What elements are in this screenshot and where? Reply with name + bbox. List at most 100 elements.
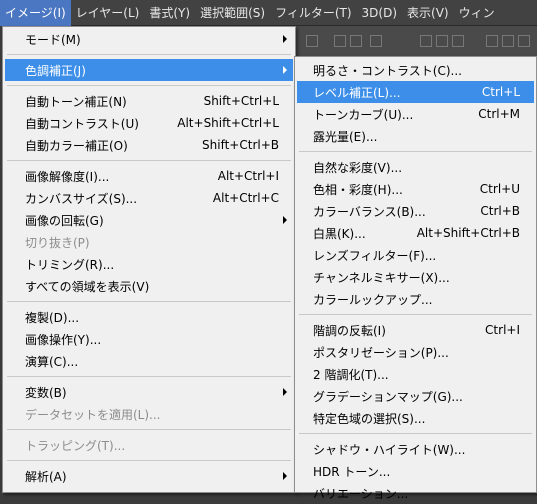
adjustments-menu-item[interactable]: チャンネルミキサー(X)... [297, 266, 534, 288]
menu-item-label: 自然な彩度(V)... [313, 160, 403, 175]
menu-item-label: データセットを適用(L)... [25, 407, 161, 422]
menu-item-label: レンズフィルター(F)... [313, 248, 437, 263]
options-toolbar [290, 26, 537, 57]
image-menu-item[interactable]: 演算(C)... [5, 350, 293, 372]
submenu-arrow-icon [283, 35, 287, 43]
align-center-icon[interactable] [334, 35, 346, 47]
image-menu-dropdown: モード(M) 色調補正(J) 自動トーン補正(N) Shift+Ctrl+L 自動コント… [2, 26, 296, 493]
adjustments-menu-item[interactable]: ポスタリゼーション(P)... [297, 341, 534, 363]
image-menu-item[interactable]: トリミング(R)... [5, 253, 293, 275]
distribute-middle-icon[interactable] [436, 35, 448, 47]
menu-item-shortcut: Ctrl+M [478, 107, 520, 121]
menu-item-label: バリエーション... [313, 486, 409, 501]
menu-item-shortcut: Alt+Ctrl+I [217, 169, 279, 183]
menu-separator [7, 85, 291, 86]
menu-item-label: 階調の反転(I) [313, 323, 386, 338]
menu-item-shortcut: Ctrl+B [480, 204, 520, 218]
menu-item-label: 画像操作(Y)... [25, 332, 102, 347]
menu-item-label: 色調補正(J) [25, 63, 86, 78]
distribute-right-icon[interactable] [518, 35, 530, 47]
align-left-icon[interactable] [306, 35, 318, 47]
image-menu-item[interactable]: 自動コントラスト(U) Alt+Shift+Ctrl+L [5, 112, 293, 134]
image-menu-item[interactable]: データセットを適用(L)... [5, 403, 293, 425]
adjustments-menu-item[interactable]: バリエーション... [297, 482, 534, 504]
adjustments-menu-item[interactable]: シャドウ・ハイライト(W)... [297, 438, 534, 460]
submenu-arrow-icon [283, 388, 287, 396]
submenu-arrow-icon [283, 216, 287, 224]
menu-item-label: 特定色域の選択(S)... [313, 411, 426, 426]
menu-select[interactable]: 選択範囲(S) [195, 0, 270, 26]
image-menu-item[interactable]: 自動トーン補正(N) Shift+Ctrl+L [5, 90, 293, 112]
menu-item-label: 切り抜き(P) [25, 235, 90, 250]
menu-item-shortcut: Ctrl+I [485, 323, 520, 337]
distribute-center-icon[interactable] [502, 35, 514, 47]
menu-image[interactable]: イメージ(I) [0, 0, 71, 26]
image-menu-item[interactable]: 画像の回転(G) [5, 209, 293, 231]
adjustments-menu-item[interactable]: レンズフィルター(F)... [297, 244, 534, 266]
align-bottom-icon[interactable] [370, 35, 382, 47]
menu-item-shortcut: Ctrl+L [481, 85, 520, 99]
menu-item-shortcut: Alt+Shift+Ctrl+L [177, 116, 279, 130]
menu-bar: イメージ(I) レイヤー(L) 書式(Y) 選択範囲(S) フィルター(T) 3… [0, 0, 537, 26]
menu-item-label: トラッピング(T)... [25, 438, 126, 453]
adjustments-menu-item[interactable]: 2 階調化(T)... [297, 363, 534, 385]
menu-item-label: シャドウ・ハイライト(W)... [313, 442, 466, 457]
adjustments-menu-item[interactable]: レベル補正(L)... Ctrl+L [297, 81, 534, 103]
menu-item-label: 明るさ・コントラスト(C)... [313, 63, 462, 78]
menu-item-label: カラールックアップ... [313, 292, 433, 307]
image-menu-item[interactable]: 変数(B) [5, 381, 293, 403]
menu-item-label: トリミング(R)... [25, 257, 115, 272]
image-menu-item[interactable]: 画像操作(Y)... [5, 328, 293, 350]
menu-item-label: 解析(A) [25, 469, 67, 484]
adjustments-submenu: 明るさ・コントラスト(C)... レベル補正(L)... Ctrl+L トーンカーブ(… [294, 56, 537, 501]
submenu-arrow-icon [283, 472, 287, 480]
image-menu-item[interactable]: モード(M) [5, 28, 293, 50]
image-menu-item[interactable]: 自動カラー補正(O) Shift+Ctrl+B [5, 134, 293, 156]
image-menu-item[interactable]: トラッピング(T)... [5, 434, 293, 456]
menu-item-label: 画像の回転(G) [25, 213, 104, 228]
menu-type[interactable]: 書式(Y) [144, 0, 195, 26]
image-menu-item[interactable]: 画像解像度(I)... Alt+Ctrl+I [5, 165, 293, 187]
menu-item-label: カラーバランス(B)... [313, 204, 426, 219]
adjustments-menu-item[interactable]: カラーバランス(B)... Ctrl+B [297, 200, 534, 222]
menu-layer[interactable]: レイヤー(L) [71, 0, 145, 26]
menu-separator [7, 160, 291, 161]
adjustments-menu-item[interactable]: 特定色域の選択(S)... [297, 407, 534, 429]
menu-item-label: レベル補正(L)... [313, 85, 401, 100]
menu-item-label: ポスタリゼーション(P)... [313, 345, 449, 360]
adjustments-menu-item[interactable]: HDR トーン... [297, 460, 534, 482]
adjustments-menu-item[interactable]: 色相・彩度(H)... Ctrl+U [297, 178, 534, 200]
image-menu-item[interactable]: カンバスサイズ(S)... Alt+Ctrl+C [5, 187, 293, 209]
menu-3d[interactable]: 3D(D) [357, 0, 402, 26]
menu-item-label: モード(M) [25, 32, 81, 47]
image-menu-item[interactable]: 切り抜き(P) [5, 231, 293, 253]
adjustments-menu-item[interactable]: 白黒(K)... Alt+Shift+Ctrl+B [297, 222, 534, 244]
menu-item-label: 露光量(E)... [313, 129, 378, 144]
distribute-left-icon[interactable] [486, 35, 498, 47]
distribute-bottom-icon[interactable] [452, 35, 464, 47]
adjustments-menu-item[interactable]: 階調の反転(I) Ctrl+I [297, 319, 534, 341]
menu-item-shortcut: Alt+Ctrl+C [212, 191, 279, 205]
distribute-top-icon[interactable] [420, 35, 432, 47]
align-right-icon[interactable] [350, 35, 362, 47]
menu-window[interactable]: ウィン [454, 0, 500, 26]
menu-item-label: すべての領域を表示(V) [25, 279, 150, 294]
menu-filter[interactable]: フィルター(T) [270, 0, 356, 26]
adjustments-menu-item[interactable]: 明るさ・コントラスト(C)... [297, 59, 534, 81]
adjustments-menu-item[interactable]: グラデーションマップ(G)... [297, 385, 534, 407]
image-menu-item[interactable]: 複製(D)... [5, 306, 293, 328]
menu-item-label: 複製(D)... [25, 310, 80, 325]
image-menu-item[interactable]: 解析(A) [5, 465, 293, 487]
adjustments-menu-item[interactable]: 露光量(E)... [297, 125, 534, 147]
adjustments-menu-item[interactable]: 自然な彩度(V)... [297, 156, 534, 178]
adjustments-menu-item[interactable]: カラールックアップ... [297, 288, 534, 310]
menu-item-label: 色相・彩度(H)... [313, 182, 403, 197]
adjustments-menu-item[interactable]: トーンカーブ(U)... Ctrl+M [297, 103, 534, 125]
image-menu-item[interactable]: 色調補正(J) [5, 59, 293, 81]
menu-item-label: カンバスサイズ(S)... [25, 191, 138, 206]
menu-separator [7, 429, 291, 430]
menu-separator [7, 301, 291, 302]
menu-view[interactable]: 表示(V) [402, 0, 454, 26]
menu-item-label: 変数(B) [25, 385, 67, 400]
image-menu-item[interactable]: すべての領域を表示(V) [5, 275, 293, 297]
